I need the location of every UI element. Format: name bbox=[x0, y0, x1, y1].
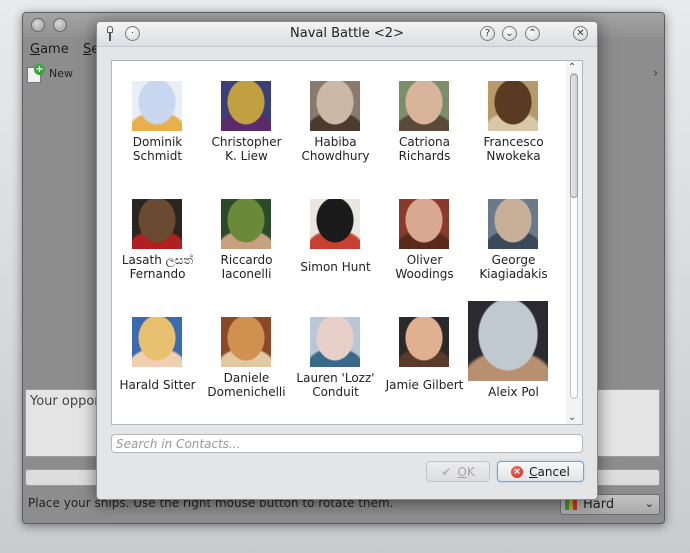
chat-text: Your oppon bbox=[30, 394, 103, 409]
contact-item[interactable]: Daniele Domenichelli bbox=[202, 297, 291, 415]
contact-name: Francesco Nwokeka bbox=[483, 135, 544, 163]
contact-name: Harald Sitter bbox=[119, 378, 196, 392]
contact-item[interactable]: Lasath ලසත් Fernando bbox=[113, 179, 202, 297]
contact-avatar bbox=[221, 81, 271, 131]
contact-item[interactable]: Lauren 'Lozz' Conduit bbox=[291, 297, 380, 415]
document-new-icon: + bbox=[27, 64, 45, 83]
contact-name: Habiba Chowdhury bbox=[301, 135, 370, 163]
contacts-grid: Dominik Schmidt Christopher K. Liew Habiba… bbox=[112, 61, 567, 424]
contact-item[interactable] bbox=[380, 415, 469, 424]
contact-item[interactable]: Catriona Richards bbox=[380, 61, 469, 179]
new-game-button[interactable]: + New bbox=[27, 63, 73, 83]
contact-name: Oliver Woodings bbox=[395, 253, 454, 281]
contact-name: Riccardo Iaconelli bbox=[220, 253, 273, 281]
contact-item[interactable]: Oliver Woodings bbox=[380, 179, 469, 297]
ok-label: OK bbox=[457, 464, 475, 479]
contact-avatar bbox=[132, 199, 182, 249]
dialog-titlebar[interactable]: · Naval Battle <2> ? ⌄ ⌃ ✕ bbox=[97, 22, 597, 47]
difficulty-bars-icon bbox=[565, 500, 577, 510]
sticky-button-icon[interactable] bbox=[53, 18, 67, 32]
contact-item[interactable] bbox=[291, 415, 380, 424]
contact-name: Lasath ලසත් Fernando bbox=[121, 253, 194, 281]
contact-avatar bbox=[399, 81, 449, 131]
ok-button[interactable]: ✔ OK bbox=[426, 461, 490, 482]
contact-name: George Kiagiadakis bbox=[479, 253, 548, 281]
contact-avatar bbox=[399, 199, 449, 249]
contact-item[interactable]: Simon Hunt bbox=[291, 179, 380, 297]
contact-avatar bbox=[310, 81, 360, 131]
contact-avatar bbox=[488, 81, 538, 131]
scroll-thumb[interactable] bbox=[570, 74, 578, 198]
contact-avatar bbox=[310, 317, 360, 367]
contact-item[interactable]: Jamie Gilbert bbox=[380, 297, 469, 415]
cancel-label: Cancel bbox=[529, 464, 570, 479]
contact-name: Catriona Richards bbox=[398, 135, 451, 163]
contact-item[interactable] bbox=[113, 415, 202, 424]
dialog-title: Naval Battle <2> bbox=[290, 26, 404, 41]
contact-name: Christopher K. Liew bbox=[211, 135, 282, 163]
scroll-track[interactable] bbox=[570, 73, 578, 399]
contact-item[interactable]: Habiba Chowdhury bbox=[291, 61, 380, 179]
contact-avatar bbox=[488, 199, 538, 249]
scroll-down-icon[interactable]: ⌄ bbox=[568, 412, 576, 423]
contact-item[interactable]: Christopher K. Liew bbox=[202, 61, 291, 179]
contact-item[interactable]: Riccardo Iaconelli bbox=[202, 179, 291, 297]
maximize-icon[interactable]: ⌃ bbox=[525, 26, 540, 41]
contact-item[interactable] bbox=[469, 415, 558, 424]
chevron-down-icon: ⌄ bbox=[644, 497, 654, 510]
cancel-button[interactable]: ⨯ Cancel bbox=[497, 461, 584, 482]
contact-item[interactable]: Aleix Pol bbox=[468, 297, 558, 415]
contacts-list[interactable]: Dominik Schmidt Christopher K. Liew Habiba… bbox=[111, 60, 583, 425]
contact-item[interactable]: George Kiagiadakis bbox=[469, 179, 558, 297]
new-game-label: New bbox=[49, 66, 73, 80]
check-icon: ✔ bbox=[441, 464, 452, 479]
contact-item[interactable]: Dominik Schmidt bbox=[113, 61, 202, 179]
window-menu-icon[interactable] bbox=[31, 18, 45, 32]
help-icon[interactable]: ? bbox=[480, 26, 495, 41]
menu-game[interactable]: Game bbox=[30, 42, 69, 57]
minimize-icon[interactable]: ⌄ bbox=[502, 26, 517, 41]
close-icon[interactable]: ✕ bbox=[573, 26, 588, 41]
contact-avatar bbox=[468, 301, 548, 381]
contact-item[interactable]: Harald Sitter bbox=[113, 297, 202, 415]
contact-avatar bbox=[132, 317, 182, 367]
contact-name: Simon Hunt bbox=[300, 260, 371, 274]
contact-item[interactable] bbox=[202, 415, 291, 424]
chevron-right-icon[interactable]: › bbox=[653, 66, 658, 80]
contact-name: Jamie Gilbert bbox=[385, 378, 464, 392]
cancel-icon: ⨯ bbox=[511, 465, 524, 478]
vertical-scrollbar[interactable]: ⌃ ⌄ bbox=[566, 61, 582, 424]
contacts-dialog: · Naval Battle <2> ? ⌄ ⌃ ✕ Dominik Schmi… bbox=[96, 21, 598, 500]
contact-name: Aleix Pol bbox=[488, 385, 539, 399]
contact-avatar bbox=[221, 317, 271, 367]
contact-name: Daniele Domenichelli bbox=[207, 371, 286, 399]
menu-game-rest: ame bbox=[40, 42, 69, 57]
scroll-up-icon[interactable]: ⌃ bbox=[568, 62, 576, 73]
contact-name: Dominik Schmidt bbox=[132, 135, 183, 163]
search-input[interactable] bbox=[111, 434, 583, 453]
contact-avatar bbox=[310, 199, 360, 249]
contact-item[interactable]: Francesco Nwokeka bbox=[469, 61, 558, 179]
contact-name: Lauren 'Lozz' Conduit bbox=[296, 371, 375, 399]
contact-avatar bbox=[221, 199, 271, 249]
contact-avatar bbox=[399, 317, 449, 367]
contact-avatar bbox=[132, 81, 182, 131]
